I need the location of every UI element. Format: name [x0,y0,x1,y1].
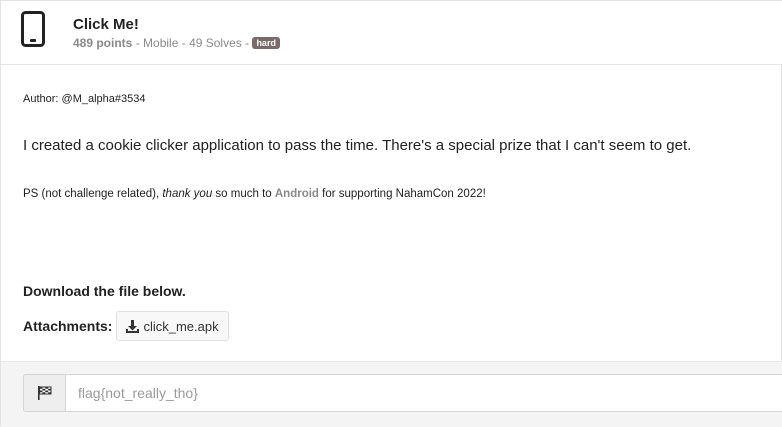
mobile-phone-icon [21,11,45,47]
meta-separator: - [132,36,144,50]
flag-submit-area [1,361,782,427]
challenge-meta: 489 points - Mobile - 49 Solves - hard [73,36,280,50]
flag-input[interactable] [65,374,782,412]
challenge-title: Click Me! [73,16,139,33]
flag-addon [23,374,65,412]
challenge-header: Click Me! 489 points - Mobile - 49 Solve… [1,1,782,65]
attachments-row: Attachments: click_me.apk [23,311,229,341]
ps-suffix: for supporting NahamCon 2022! [318,188,486,200]
meta-separator: - [178,36,190,50]
checkered-flag-icon [37,386,51,400]
attachment-filename: click_me.apk [143,318,219,334]
author-line: Author: @M_alpha#3534 [23,93,146,105]
ps-prefix: PS (not challenge related), [23,188,163,200]
ps-note: PS (not challenge related), thank you so… [23,188,486,200]
sponsor-name: Android [274,188,319,200]
challenge-category: Mobile [143,36,179,50]
download-icon [126,319,140,333]
description-text: I created a cookie clicker application t… [23,137,692,154]
difficulty-badge: hard [252,37,280,49]
download-heading: Download the file below. [23,283,186,299]
attachment-download-button[interactable]: click_me.apk [116,311,229,341]
meta-separator: - [241,36,253,50]
ps-italic: thank you [162,188,213,200]
flag-input-group [23,374,782,412]
challenge-card: Click Me! 489 points - Mobile - 49 Solve… [0,0,782,427]
challenge-solves: 49 Solves [189,36,242,50]
attachments-label: Attachments: [23,318,113,334]
ps-middle: so much to [212,188,275,200]
challenge-points: 489 points [73,36,133,50]
